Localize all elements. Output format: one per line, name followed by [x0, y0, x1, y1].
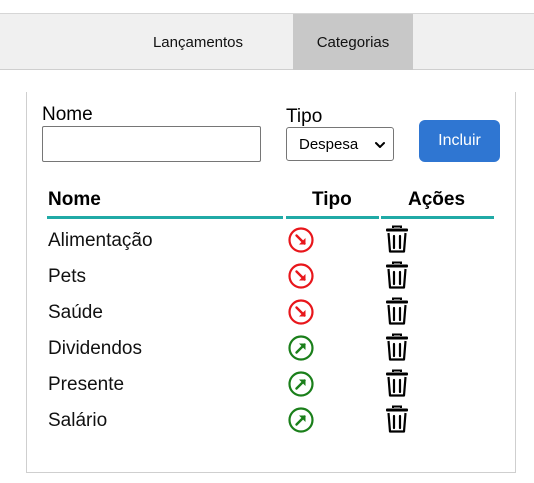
trash-icon[interactable] [385, 261, 409, 289]
table-row: Presente [0, 369, 534, 405]
trash-icon[interactable] [385, 333, 409, 361]
category-name: Salário [48, 410, 108, 431]
header-underline [47, 216, 283, 219]
tipo-select-value: Despesa [299, 135, 359, 153]
trash-icon[interactable] [385, 297, 409, 325]
nome-input[interactable] [42, 126, 261, 162]
table-row: Pets [0, 261, 534, 297]
arrow-up-right-circle-icon [288, 335, 314, 361]
trash-icon[interactable] [385, 225, 409, 253]
incluir-button[interactable]: Incluir [419, 120, 500, 162]
trash-icon[interactable] [385, 369, 409, 397]
header-underline [286, 216, 379, 219]
table-row: Salário [0, 405, 534, 441]
category-name: Alimentação [48, 230, 153, 251]
tab-lancamentos[interactable]: Lançamentos [128, 14, 268, 70]
tab-bar: Lançamentos Categorias [0, 13, 534, 70]
tab-categorias[interactable]: Categorias [293, 14, 413, 70]
category-name: Saúde [48, 302, 103, 323]
table-row: Dividendos [0, 333, 534, 369]
arrow-down-right-circle-icon [288, 299, 314, 325]
column-header-acoes: Ações [408, 189, 466, 210]
arrow-up-right-circle-icon [288, 371, 314, 397]
top-strip [0, 0, 534, 13]
chevron-down-icon [375, 142, 385, 148]
category-name: Presente [48, 374, 125, 395]
arrow-up-right-circle-icon [288, 407, 314, 433]
nome-label: Nome [42, 104, 93, 125]
arrow-down-right-circle-icon [288, 227, 314, 253]
tipo-label: Tipo [286, 106, 323, 127]
category-name: Pets [48, 266, 87, 287]
category-name: Dividendos [48, 338, 142, 359]
header-underline [381, 216, 494, 219]
arrow-down-right-circle-icon [288, 263, 314, 289]
trash-icon[interactable] [385, 405, 409, 433]
table-row: Saúde [0, 297, 534, 333]
tipo-select[interactable]: Despesa [286, 127, 394, 161]
column-header-tipo: Tipo [312, 189, 352, 210]
column-header-nome: Nome [48, 189, 101, 210]
table-row: Alimentação [0, 225, 534, 261]
